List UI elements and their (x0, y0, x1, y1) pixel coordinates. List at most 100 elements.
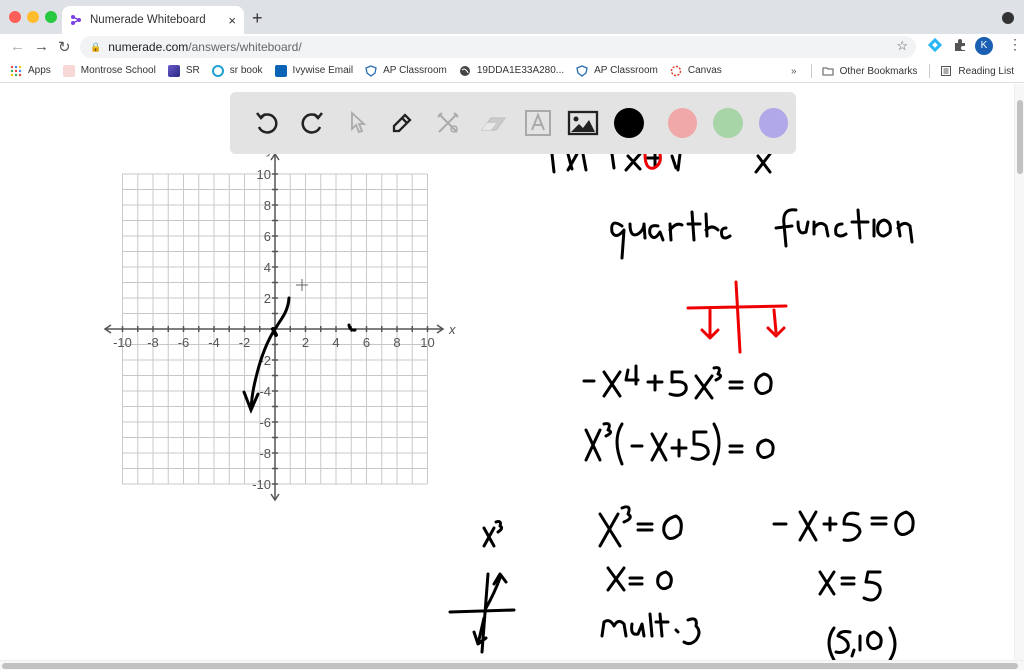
color-green-swatch[interactable] (713, 108, 743, 138)
horizontal-scroll-thumb[interactable] (2, 663, 1018, 669)
bookmark-label: Canvas (687, 65, 722, 76)
right-column-strokes (772, 510, 915, 660)
bookmark-19dda1e[interactable]: 19DDA1E33A280... (459, 65, 564, 77)
x-tick-label: 10 (420, 335, 434, 350)
undo-button[interactable] (244, 103, 289, 143)
reading-list-icon (941, 66, 952, 76)
end-behavior-sketch (686, 280, 788, 354)
cursor-arrow-icon (351, 110, 367, 134)
eraser-button[interactable] (470, 103, 515, 143)
new-tab-button[interactable]: + (252, 8, 263, 29)
bookmark-montrose-school[interactable]: Montrose School (62, 64, 156, 77)
image-button[interactable] (561, 103, 606, 143)
x-tick-label: -2 (239, 335, 251, 350)
tools-icon (436, 112, 459, 133)
x-tick-label: -4 (208, 335, 220, 350)
y-tick-label: -10 (252, 477, 271, 492)
browser-toolbar: ← → ↻ 🔒 numerade.com/answers/whiteboard/… (0, 34, 1024, 59)
undo-icon (255, 112, 278, 134)
forward-arrow-icon[interactable]: → (34, 38, 49, 55)
x-cubed-sketch (448, 520, 516, 654)
url-path: /answers/whiteboard/ (188, 40, 302, 54)
vertical-scrollbar[interactable] (1014, 84, 1024, 660)
text-button[interactable] (516, 103, 561, 143)
globe-icon (459, 65, 470, 76)
bookmark-label: 19DDA1E33A280... (476, 65, 565, 76)
y-tick-label: 2 (264, 291, 271, 306)
y-tick-label: 4 (264, 260, 271, 275)
chrome-menu-dropdown-icon[interactable] (1002, 12, 1014, 24)
close-tab-icon[interactable]: × (228, 13, 236, 28)
redo-icon (301, 112, 323, 134)
vertical-scroll-thumb[interactable] (1017, 100, 1023, 174)
lock-icon: 🔒 (90, 41, 102, 52)
back-arrow-icon[interactable]: ← (10, 38, 25, 55)
other-bookmarks[interactable]: Other Bookmarks (822, 65, 917, 77)
horizontal-scrollbar[interactable] (0, 660, 1024, 670)
maximize-window-button[interactable] (45, 11, 57, 23)
outlook-icon (274, 64, 287, 77)
color-purple-swatch[interactable] (758, 108, 789, 138)
bookmark-label: Ivywise Email (292, 65, 354, 76)
tools-button[interactable] (425, 103, 470, 143)
bookmark-ivywise-email[interactable]: Ivywise Email (274, 64, 354, 77)
whiteboard-toolbar (230, 92, 796, 154)
bookmark-label: SR (185, 65, 200, 76)
folder-icon (822, 67, 834, 76)
color-black-swatch[interactable] (614, 108, 644, 138)
extensions-puzzle-icon[interactable] (952, 37, 968, 53)
equation-1-strokes (582, 364, 773, 400)
image-icon (568, 110, 599, 136)
bookmark-label: AP Classroom (383, 65, 447, 76)
bookmark-sr-book[interactable]: sr book (211, 64, 263, 77)
url-domain: numerade.com (108, 40, 189, 54)
x-tick-label: 6 (363, 335, 370, 350)
bookmark-label: Montrose School (80, 65, 156, 76)
chrome-menu-icon[interactable]: ⋮ (1008, 36, 1022, 53)
y-tick-label: 8 (264, 198, 271, 213)
y-tick-label: 10 (257, 167, 271, 182)
bookmark-ap-classroom-2[interactable]: AP Classroom (576, 64, 658, 77)
sr-icon (167, 64, 180, 77)
apps-grid-icon (10, 65, 22, 76)
bookmark-ap-classroom[interactable]: AP Classroom (365, 64, 447, 77)
y-tick-label: -6 (259, 415, 271, 430)
bookmark-sr[interactable]: SR (167, 64, 200, 77)
bookmark-label: sr book (229, 65, 263, 76)
tab-numerade-whiteboard[interactable]: Numerade Whiteboard × (62, 6, 244, 34)
y-tick-label: 6 (264, 229, 271, 244)
x-tick-label: 2 (302, 335, 309, 350)
color-red-swatch[interactable] (667, 108, 698, 138)
bookmark-label: AP Classroom (594, 65, 658, 76)
wordpress-icon (211, 64, 224, 77)
left-column-strokes (598, 505, 701, 646)
address-bar[interactable]: 🔒 numerade.com/answers/whiteboard/ ☆ (80, 36, 916, 58)
bookmarks-overflow-button[interactable]: » (791, 66, 797, 77)
handwritten-notes (448, 152, 915, 660)
reading-list[interactable]: Reading List (940, 65, 1014, 77)
bookmark-star-icon[interactable]: ☆ (896, 38, 908, 54)
redo-button[interactable] (289, 103, 334, 143)
profile-avatar[interactable]: K (975, 37, 993, 55)
reading-list-label: Reading List (958, 65, 1014, 77)
coordinate-grid-image: -10-8-6-4-2246810108642-2-4-6-8-10 x y (103, 144, 456, 502)
x-tick-label: 8 (393, 335, 400, 350)
pen-button[interactable] (380, 103, 425, 143)
select-button[interactable] (335, 103, 380, 143)
whiteboard-canvas[interactable]: -10-8-6-4-2246810108642-2-4-6-8-10 x y (0, 84, 1014, 660)
bookmark-apps[interactable]: Apps (10, 65, 51, 77)
x-tick-label: -10 (113, 335, 132, 350)
extension-diamond-icon[interactable] (927, 37, 943, 53)
root-mark-origin (271, 327, 278, 337)
x-tick-label: -6 (178, 335, 190, 350)
bookmarks-bar: Apps Montrose School SR sr book Ivywise … (0, 59, 1024, 83)
reload-icon[interactable]: ↻ (58, 38, 71, 56)
x-tick-label: -8 (147, 335, 159, 350)
minimize-window-button[interactable] (27, 11, 39, 23)
y-tick-label: -8 (259, 446, 271, 461)
close-window-button[interactable] (9, 11, 21, 23)
text-box-icon (525, 110, 552, 136)
pencil-icon (393, 113, 413, 133)
bookmark-canvas[interactable]: Canvas (670, 65, 722, 77)
quartic-function-strokes (610, 208, 914, 260)
